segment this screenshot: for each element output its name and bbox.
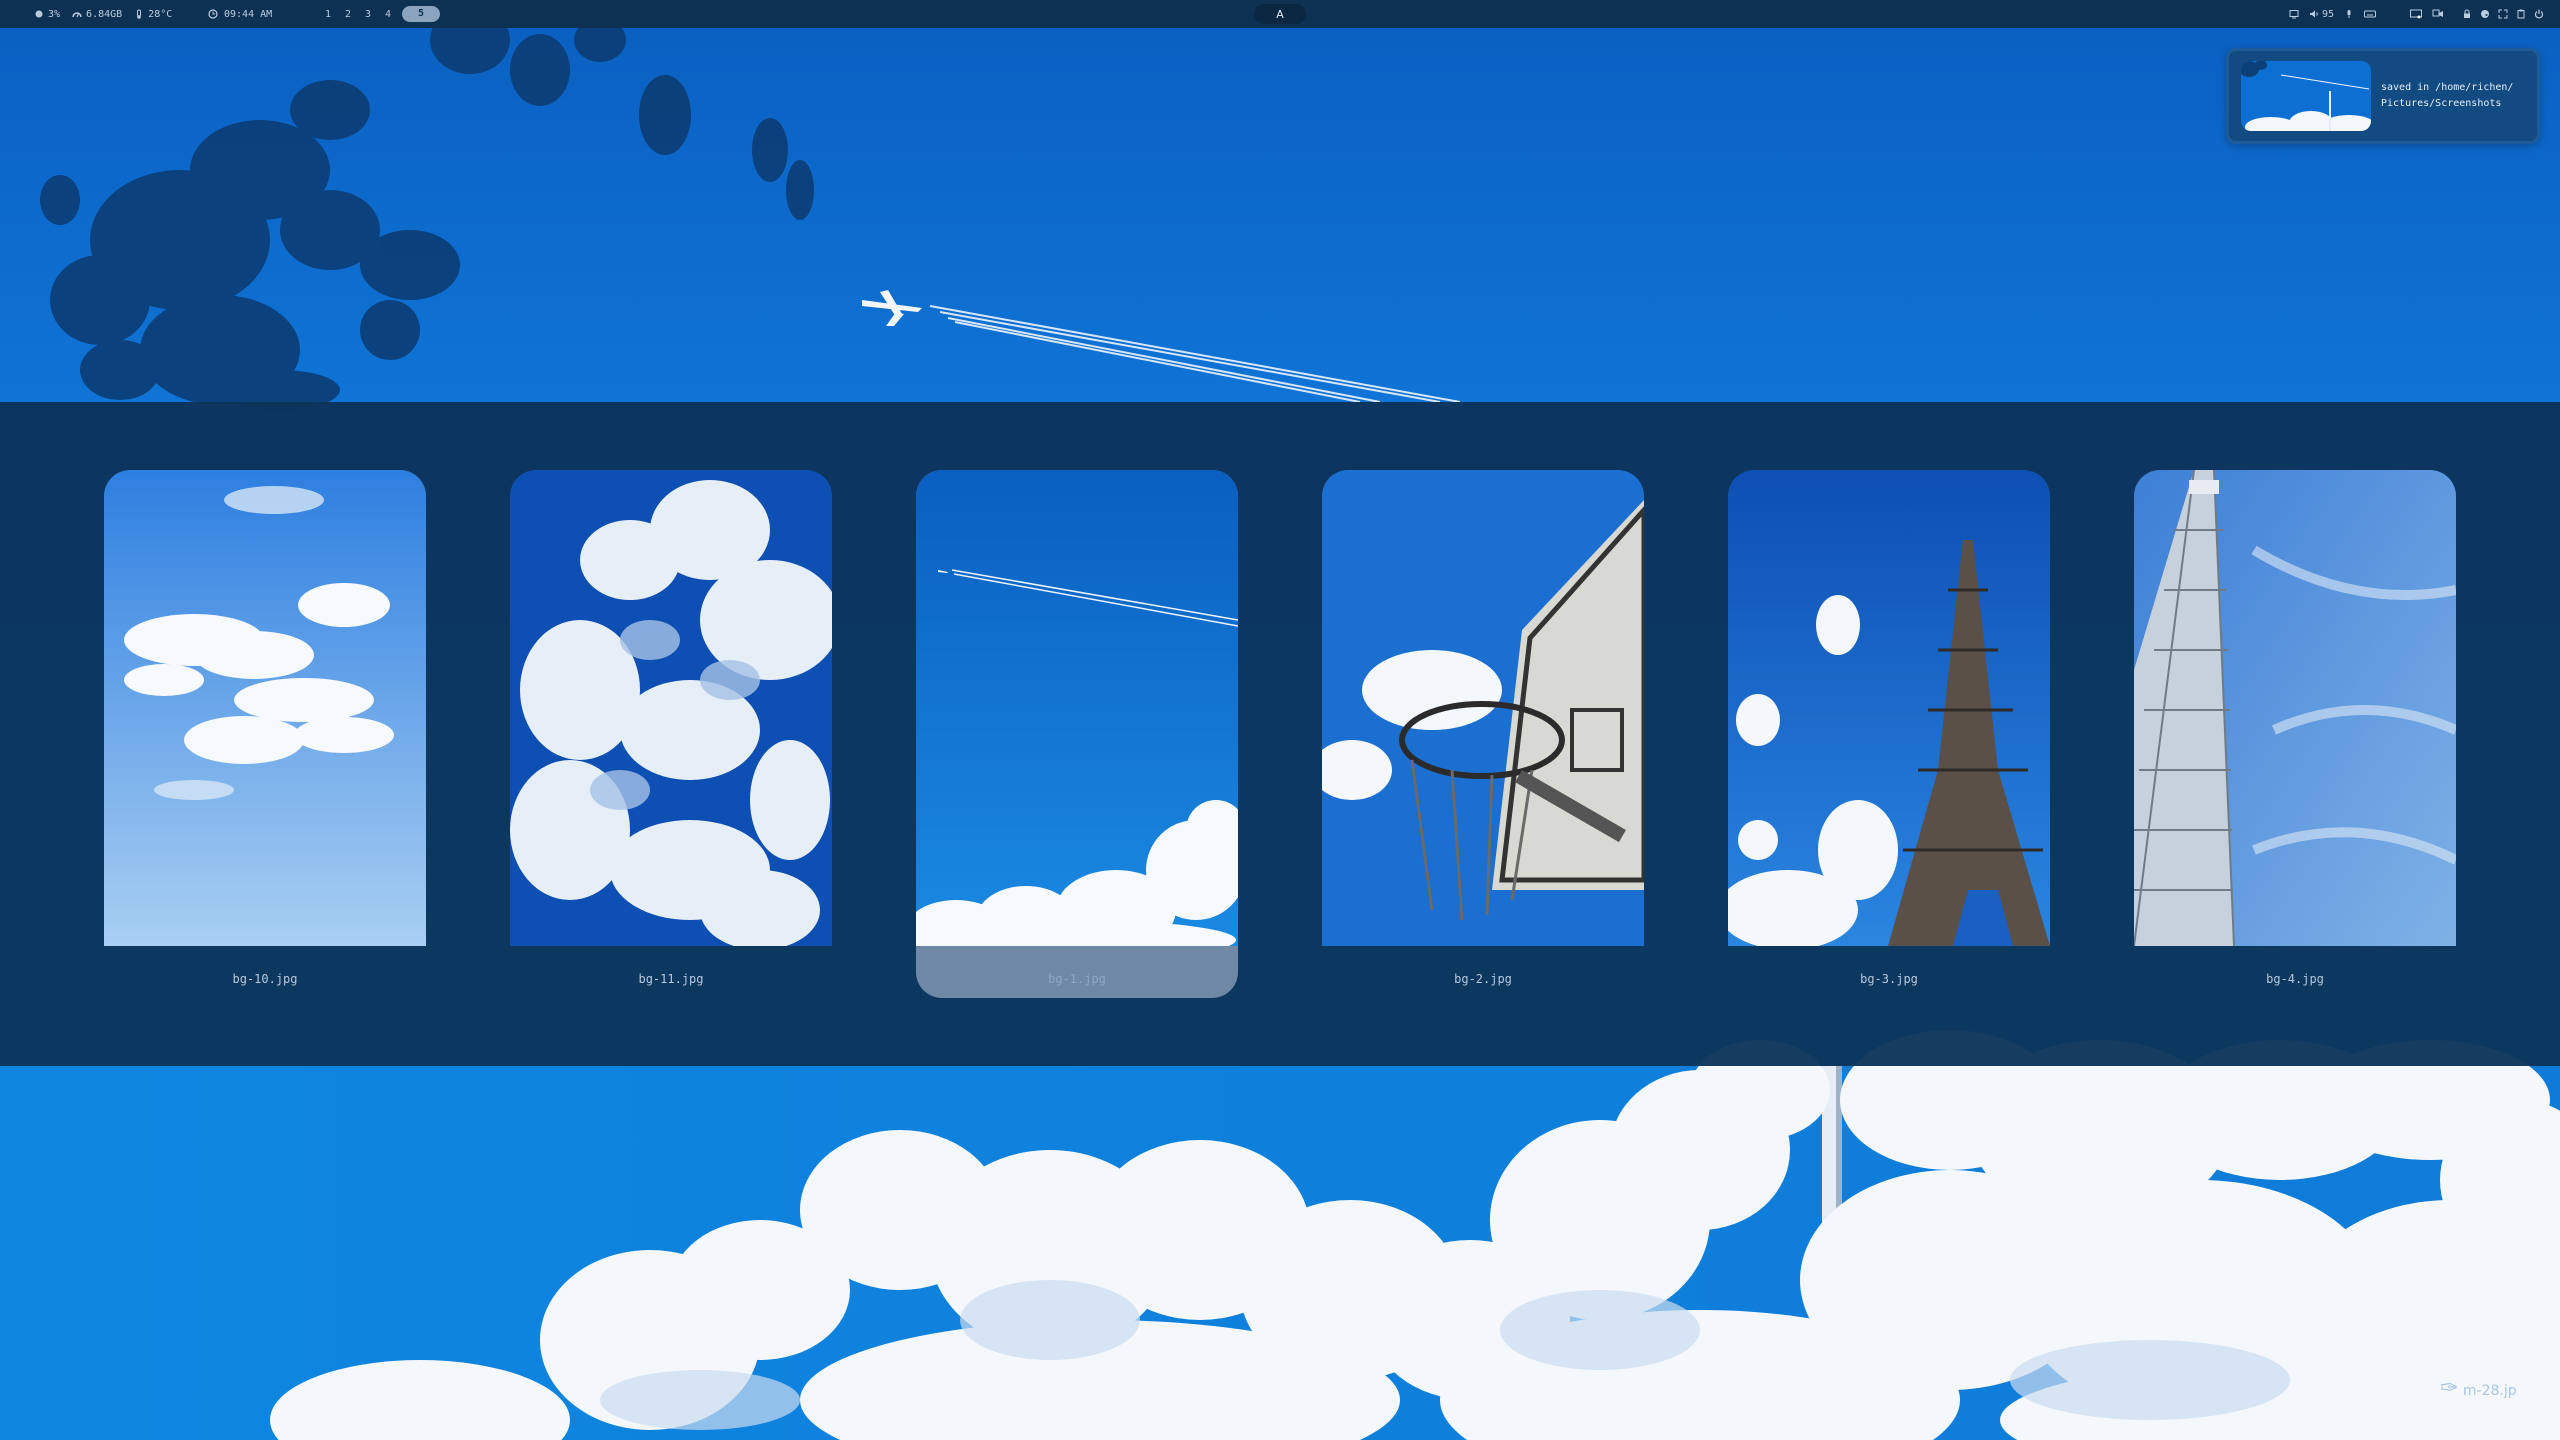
keyboard-icon[interactable] <box>2364 9 2376 19</box>
clock-icon <box>208 9 218 19</box>
wallpaper-filename: bg-11.jpg <box>638 972 704 986</box>
screenshot-icon[interactable] <box>2410 9 2422 19</box>
arch-logo-icon: A <box>1276 7 1284 21</box>
tray-indicators: 95 <box>2289 0 2444 28</box>
expand-icon[interactable] <box>2498 9 2508 19</box>
cpu-stat: 3% <box>34 9 60 20</box>
volume-indicator[interactable]: 95 <box>2309 9 2334 20</box>
lock-icon[interactable] <box>2462 9 2472 19</box>
volume-value: 95 <box>2321 8 2334 20</box>
wallpaper-filename: bg-3.jpg <box>1860 972 1918 986</box>
wallpaper-filename: bg-2.jpg <box>1454 972 1512 986</box>
workspace-4[interactable]: 4 <box>378 9 398 20</box>
top-bar: 3% 6.84GB 28°C 09:44 AM 1 2 3 4 5 A 95 <box>0 0 2560 28</box>
notification-line-1: saved in /home/richen/ <box>2381 82 2514 93</box>
cpu-icon <box>35 10 43 18</box>
wallpaper-card-bg-1-selected[interactable]: bg-1.jpg <box>916 470 1238 998</box>
wallpaper-filename: bg-4.jpg <box>2266 972 2324 986</box>
wallpaper-thumbnail <box>510 470 832 946</box>
record-icon[interactable] <box>2432 9 2444 19</box>
wallpaper-card-bg-11[interactable]: bg-11.jpg <box>510 470 832 998</box>
volume-icon <box>2309 10 2318 18</box>
wallpaper-filename: bg-1.jpg <box>1048 972 1106 986</box>
wallpaper-card-bg-10[interactable]: bg-10.jpg <box>104 470 426 998</box>
wallpaper-card-bg-2[interactable]: bg-2.jpg <box>1322 470 1644 998</box>
system-stats: 3% 6.84GB 28°C <box>34 0 178 28</box>
wallpaper-picker: bg-10.jpg bg-11.jpg bg-1.jpg bg-2.jpg bg… <box>0 402 2560 1066</box>
workspace-3[interactable]: 3 <box>358 9 378 20</box>
session-controls <box>2462 0 2544 28</box>
notification-body: saved in /home/richen/ Pictures/Screensh… <box>2381 80 2525 112</box>
memory-stat: 6.84GB <box>72 9 122 20</box>
thermometer-icon <box>137 9 142 19</box>
clock-time: 09:44 AM <box>224 8 273 20</box>
notification-line-2: Pictures/Screenshots <box>2381 98 2502 109</box>
wallpaper-thumbnail <box>2134 470 2456 946</box>
clock[interactable]: 09:44 AM <box>208 0 272 28</box>
temperature-stat: 28°C <box>134 9 172 20</box>
workspace-switcher: 1 2 3 4 5 <box>318 0 440 28</box>
microphone-icon[interactable] <box>2344 9 2354 19</box>
wallpaper-thumbnail <box>104 470 426 946</box>
wallpaper-thumbnail <box>1728 470 2050 946</box>
signature-icon: ✑ <box>2440 1376 2459 1401</box>
wallpaper-filename: bg-10.jpg <box>232 972 298 986</box>
wallpaper-thumbnail <box>916 470 1238 946</box>
palette-icon[interactable] <box>2480 9 2490 19</box>
launcher-button[interactable]: A <box>1254 4 1306 24</box>
display-icon[interactable] <box>2289 9 2299 19</box>
watermark: ✑ m-28.jp <box>2440 1376 2517 1401</box>
wallpaper-card-bg-3[interactable]: bg-3.jpg <box>1728 470 2050 998</box>
cpu-value: 3% <box>48 8 61 20</box>
memory-value: 6.84GB <box>86 8 123 20</box>
workspace-1[interactable]: 1 <box>318 9 338 20</box>
workspace-2[interactable]: 2 <box>338 9 358 20</box>
memory-icon <box>72 12 82 18</box>
wallpaper-thumbnail <box>1322 470 1644 946</box>
wallpaper-card-bg-4[interactable]: bg-4.jpg <box>2134 470 2456 998</box>
power-icon[interactable] <box>2534 9 2544 19</box>
notification-thumbnail <box>2241 61 2371 131</box>
clipboard-icon[interactable] <box>2516 9 2526 19</box>
workspace-5-active[interactable]: 5 <box>402 6 440 22</box>
temperature-value: 28°C <box>148 8 173 20</box>
screenshot-notification[interactable]: saved in /home/richen/ Pictures/Screensh… <box>2226 48 2540 144</box>
